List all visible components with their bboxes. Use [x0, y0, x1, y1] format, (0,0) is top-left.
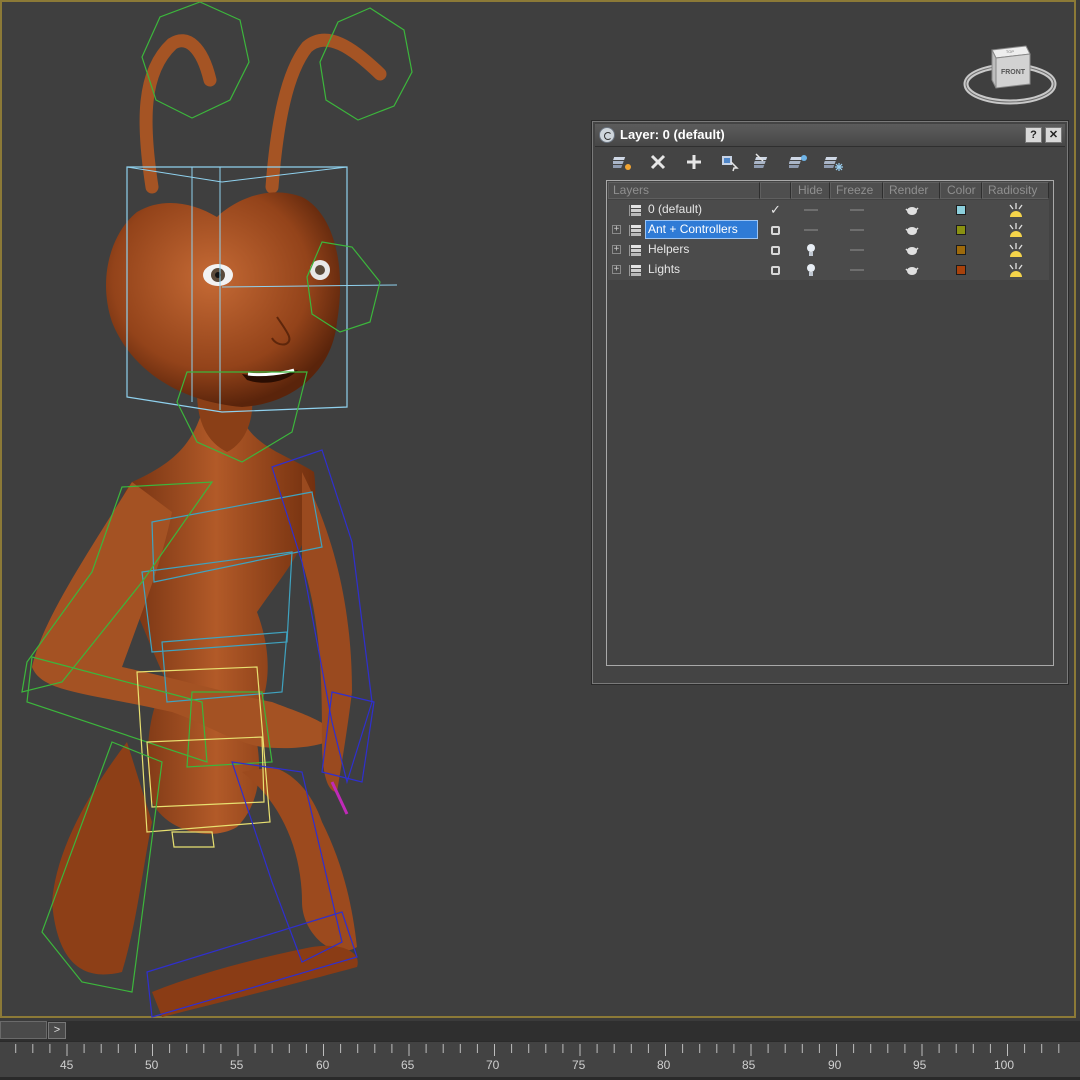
layer-color-swatch[interactable] [940, 240, 982, 260]
column-header-render[interactable]: Render [883, 182, 940, 199]
freeze-toggle[interactable] [830, 260, 883, 280]
column-header-color[interactable]: Color [940, 182, 982, 199]
layer-row-lights[interactable]: + Lights [608, 260, 1052, 280]
layer-row-default[interactable]: 0 (default) ✓ [608, 200, 1052, 220]
column-header-freeze[interactable]: Freeze [830, 182, 883, 199]
column-header-hide[interactable]: Hide [791, 182, 830, 199]
help-button[interactable]: ? [1025, 127, 1042, 143]
render-teapot-icon[interactable] [883, 260, 940, 280]
layer-color-swatch[interactable] [940, 260, 982, 280]
current-layer-check-icon[interactable]: ✓ [760, 200, 791, 220]
tick-label: 55 [230, 1058, 244, 1072]
layer-stack-icon [628, 223, 644, 237]
layer-name[interactable]: Helpers [648, 242, 689, 256]
create-new-layer-icon[interactable] [611, 150, 635, 174]
dialog-title: Layer: 0 (default) [620, 127, 725, 142]
layer-color-swatch[interactable] [940, 220, 982, 240]
layer-row-ant-controllers[interactable]: + Ant + Controllers [608, 220, 1052, 240]
render-teapot-icon[interactable] [883, 200, 940, 220]
next-frame-button[interactable]: > [48, 1022, 66, 1039]
expand-icon[interactable]: + [612, 265, 621, 274]
current-layer-checkbox[interactable] [760, 240, 791, 260]
tick-label: 95 [913, 1058, 927, 1072]
app-logo-icon [599, 127, 615, 143]
tick-label: 50 [145, 1058, 159, 1072]
radiosity-icon[interactable] [982, 220, 1049, 240]
render-teapot-icon[interactable] [883, 240, 940, 260]
viewcube-front-label[interactable]: FRONT [1001, 69, 1026, 76]
viewcube-top-label[interactable]: TOP [1006, 49, 1014, 54]
tick-label: 75 [572, 1058, 586, 1072]
expand-icon[interactable]: + [612, 225, 621, 234]
hide-unhide-all-layers-icon[interactable] [787, 150, 811, 174]
hide-toggle[interactable] [791, 220, 830, 240]
layer-name[interactable]: Ant + Controllers [648, 222, 738, 236]
column-header-layers[interactable]: Layers [608, 182, 760, 199]
column-headers: Layers Hide Freeze Render Color Radiosit… [608, 182, 1052, 199]
layer-stack-icon [628, 203, 644, 217]
column-header-radiosity[interactable]: Radiosity [982, 182, 1049, 199]
freeze-toggle[interactable] [830, 240, 883, 260]
tick-label: 80 [657, 1058, 671, 1072]
tick-label: 60 [316, 1058, 330, 1072]
tick-label: 70 [486, 1058, 500, 1072]
hide-toggle[interactable] [791, 200, 830, 220]
column-header-current[interactable] [760, 182, 791, 199]
layer-row-helpers[interactable]: + Helpers [608, 240, 1052, 260]
dialog-titlebar[interactable]: Layer: 0 (default) ? ✕ [595, 124, 1065, 147]
radiosity-icon[interactable] [982, 240, 1049, 260]
expand-icon[interactable]: + [612, 245, 621, 254]
layer-name[interactable]: Lights [648, 262, 680, 276]
layer-stack-icon [628, 243, 644, 257]
layer-color-swatch[interactable] [940, 200, 982, 220]
tick-label: 100 [994, 1058, 1015, 1072]
add-to-layer-icon[interactable] [682, 150, 706, 174]
tick-label: 45 [60, 1058, 74, 1072]
close-button[interactable]: ✕ [1045, 127, 1062, 143]
layer-name[interactable]: 0 (default) [648, 202, 702, 216]
render-teapot-icon[interactable] [883, 220, 940, 240]
radiosity-icon[interactable] [982, 200, 1049, 220]
hide-lightbulb-icon[interactable] [791, 240, 830, 260]
freeze-unfreeze-all-layers-icon[interactable] [822, 150, 846, 174]
tick-label: 65 [401, 1058, 415, 1072]
viewcube-icon[interactable]: FRONT TOP [960, 32, 1060, 112]
hide-lightbulb-icon[interactable] [791, 260, 830, 280]
current-layer-checkbox[interactable] [760, 260, 791, 280]
tick-label: 85 [742, 1058, 756, 1072]
radiosity-icon[interactable] [982, 260, 1049, 280]
current-layer-checkbox[interactable] [760, 220, 791, 240]
freeze-toggle[interactable] [830, 220, 883, 240]
time-slider-handle[interactable] [0, 1021, 47, 1039]
layer-stack-icon [628, 263, 644, 277]
tick-label: 90 [828, 1058, 842, 1072]
time-slider-bar[interactable]: > [0, 1021, 1080, 1041]
highlight-selected-layer-icon[interactable] [752, 150, 776, 174]
select-objects-in-layer-icon[interactable] [717, 150, 741, 174]
track-bar-ruler[interactable]: 45 50 55 60 65 70 75 80 85 90 95 100 [0, 1041, 1080, 1078]
layers-list: Layers Hide Freeze Render Color Radiosit… [606, 180, 1054, 666]
delete-layer-icon[interactable] [646, 150, 670, 174]
layer-manager-dialog: Layer: 0 (default) ? ✕ Layers Hide Freez… [592, 121, 1068, 684]
ruler-ticks [15, 1044, 1060, 1056]
freeze-toggle[interactable] [830, 200, 883, 220]
